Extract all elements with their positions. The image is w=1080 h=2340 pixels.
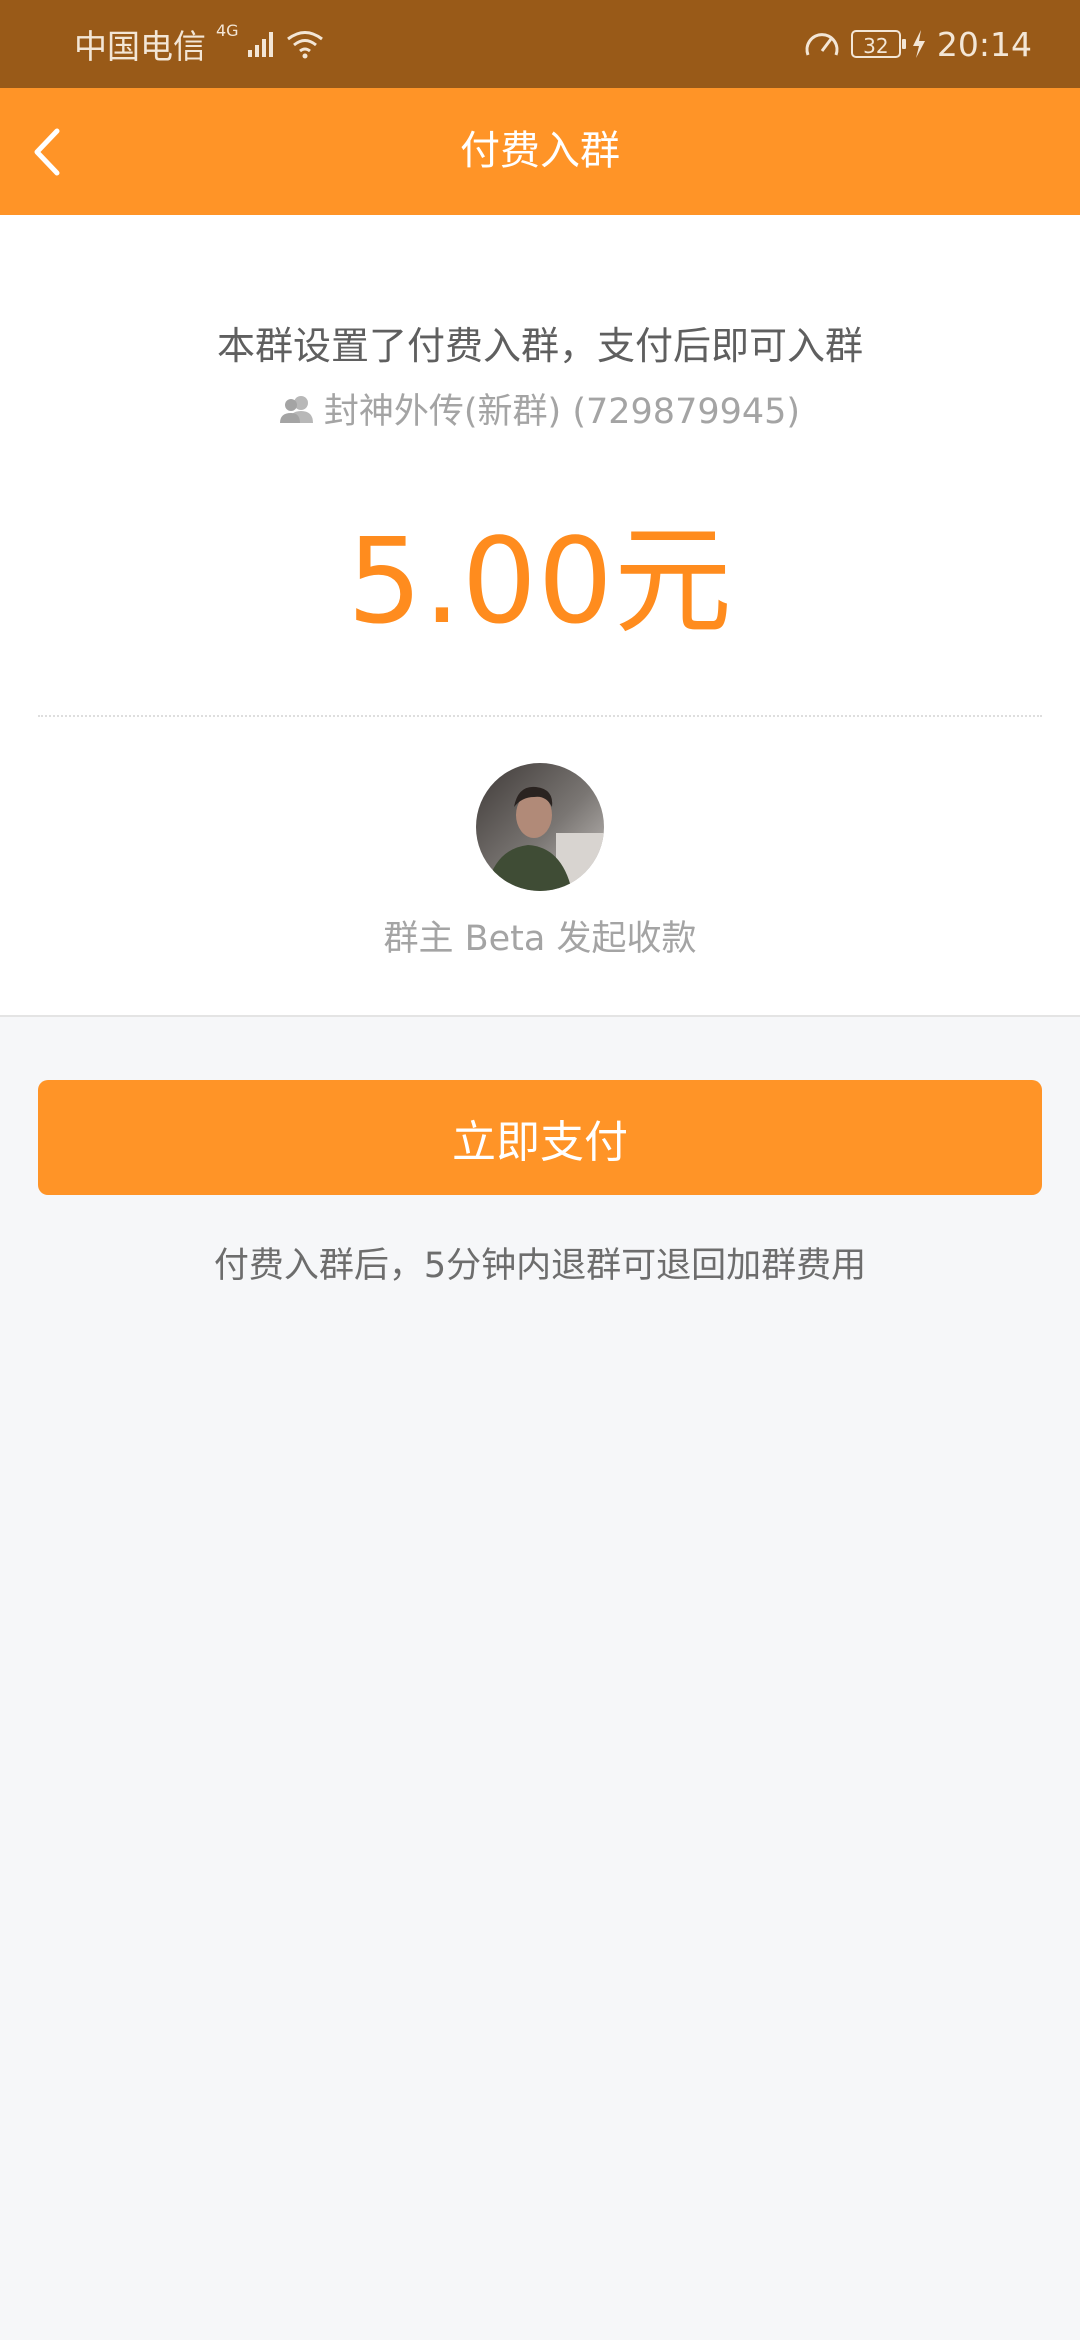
pay-now-button[interactable]: 立即支付 <box>38 1080 1042 1195</box>
battery-icon: 32 <box>850 30 906 58</box>
dotted-divider <box>38 715 1042 717</box>
group-name: 封神外传(新群) (729879945) <box>323 392 801 432</box>
speed-icon <box>805 33 839 56</box>
page-title: 付费入群 <box>460 128 620 174</box>
clock-label: 20:14 <box>936 24 1032 64</box>
owner-text: 群主 Beta 发起收款 <box>383 919 697 959</box>
group-info: 封神外传(新群) (729879945) <box>0 383 1080 434</box>
refund-note: 付费入群后，5分钟内退群可退回加群费用 <box>213 1246 867 1286</box>
status-right: 32 20:14 <box>803 0 1032 88</box>
group-members-icon <box>279 395 313 423</box>
payment-card: 本群设置了付费入群，支付后即可入群 封神外传(新群) (729879945) 5… <box>0 215 1080 1017</box>
charging-icon <box>912 30 925 58</box>
status-bar: 中国电信 4G 32 20:14 <box>0 0 1080 88</box>
signal-icon <box>247 32 273 57</box>
network-type-label: 4G <box>216 20 239 40</box>
carrier-label: 中国电信 <box>74 27 206 66</box>
wifi-icon <box>286 31 323 59</box>
price-amount: 5.00元 <box>347 512 733 650</box>
nav-bar: 付费入群 <box>0 88 1080 215</box>
owner-avatar <box>476 763 604 891</box>
intro-text: 本群设置了付费入群，支付后即可入群 <box>216 324 863 368</box>
status-left: 中国电信 4G <box>74 0 325 88</box>
